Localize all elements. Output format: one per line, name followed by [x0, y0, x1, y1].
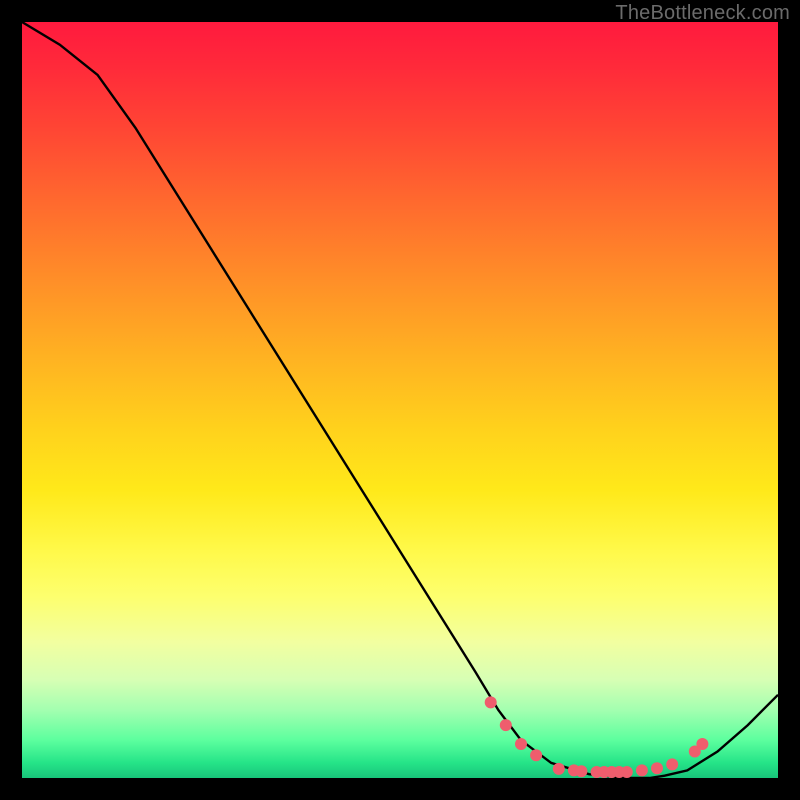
- curve-marker: [485, 696, 497, 708]
- chart-frame: TheBottleneck.com: [0, 0, 800, 800]
- curve-marker: [636, 764, 648, 776]
- curve-marker: [515, 738, 527, 750]
- plot-area: [22, 22, 778, 778]
- curve-marker: [651, 762, 663, 774]
- bottleneck-curve: [22, 22, 778, 778]
- curve-marker: [666, 758, 678, 770]
- curve-layer: [22, 22, 778, 778]
- curve-marker: [500, 719, 512, 731]
- curve-marker: [530, 749, 542, 761]
- curve-marker: [696, 738, 708, 750]
- watermark-text: TheBottleneck.com: [615, 2, 790, 25]
- curve-marker: [553, 763, 565, 775]
- curve-marker: [621, 766, 633, 778]
- curve-marker: [575, 765, 587, 777]
